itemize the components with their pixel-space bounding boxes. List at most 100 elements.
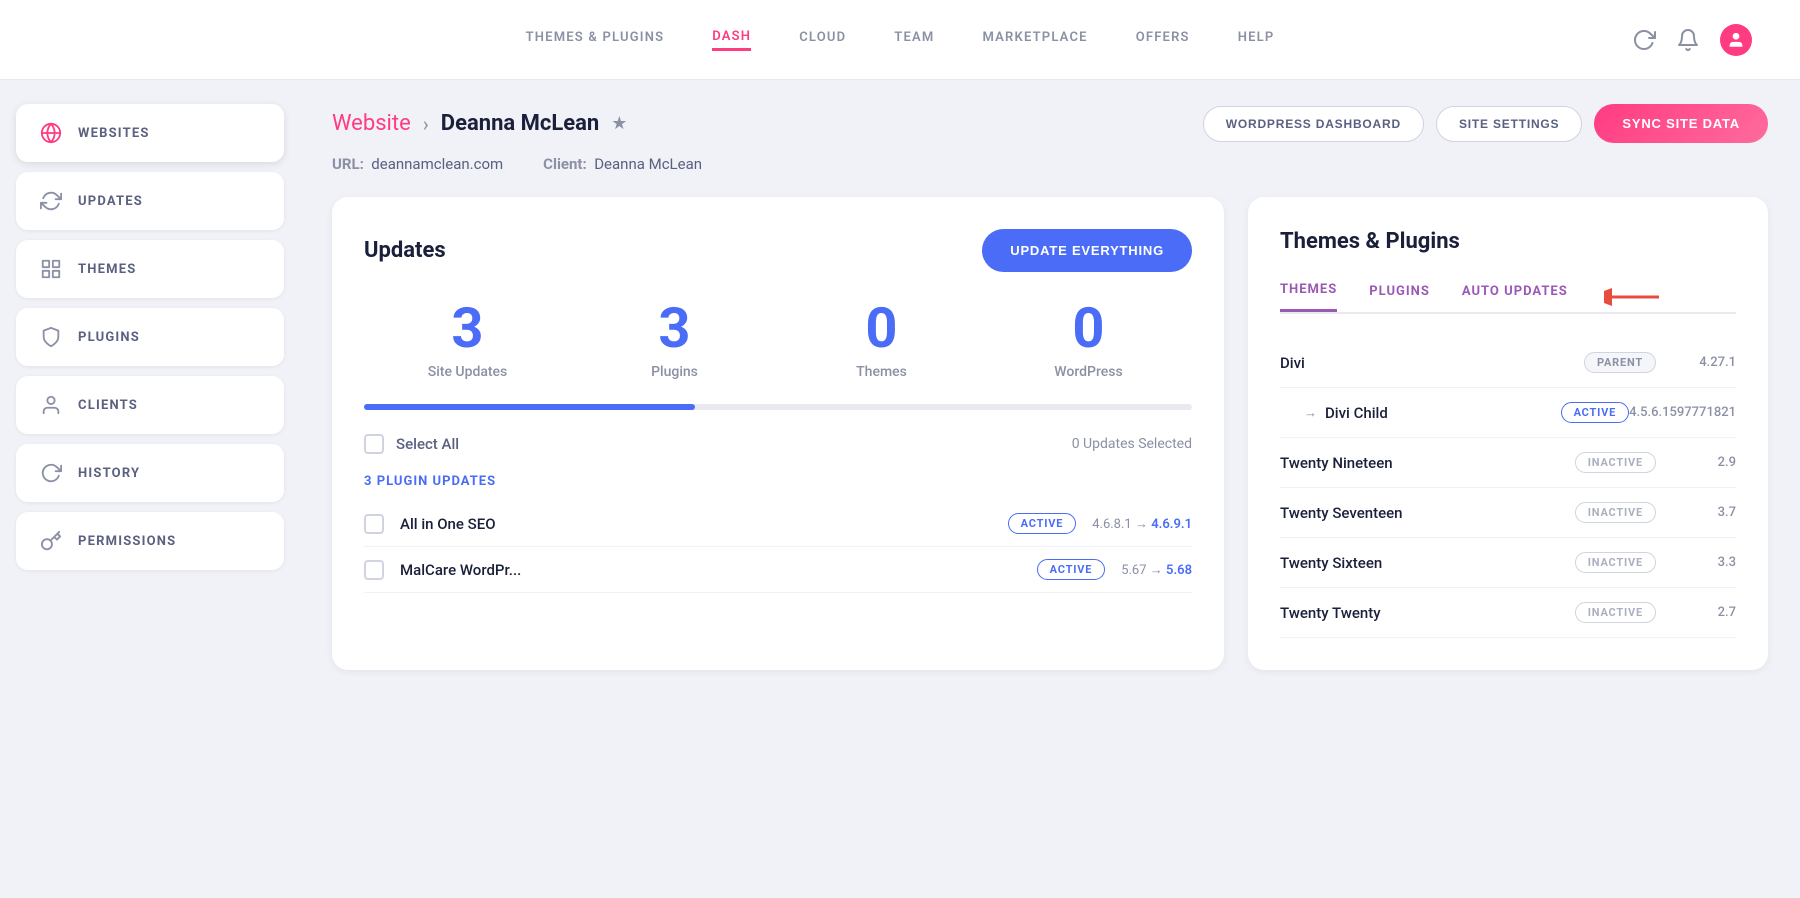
sync-site-data-button[interactable]: SYNC SITE DATA (1594, 104, 1768, 143)
plugin-name-malcare: MalCare WordPr... (400, 561, 1021, 579)
sidebar-item-themes[interactable]: THEMES (16, 240, 284, 298)
theme-row-divi: Divi PARENT 4.27.1 (1280, 338, 1736, 388)
theme-badge-divi: PARENT (1584, 352, 1656, 373)
site-settings-button[interactable]: SITE SETTINGS (1436, 106, 1582, 142)
plugin-checkbox-malcare[interactable] (364, 560, 384, 580)
plugin-row-allinone: All in One SEO ACTIVE 4.6.8.1 → 4.6.9.1 (364, 501, 1192, 547)
stat-wordpress-number: 0 (985, 300, 1192, 356)
themes-plugins-card-header: Themes & Plugins (1280, 229, 1736, 254)
plugin-name-allinone: All in One SEO (400, 515, 992, 533)
theme-row-divi-child: → Divi Child ACTIVE 4.5.6.1597771821 (1280, 388, 1736, 438)
content-area: Website › Deanna McLean ★ WORDPRESS DASH… (300, 80, 1800, 898)
bell-icon[interactable] (1676, 28, 1700, 52)
favorite-star-icon[interactable]: ★ (611, 113, 627, 134)
plugin-updates-section-title: 3 PLUGIN UPDATES (364, 474, 1192, 489)
nav-team[interactable]: TEAM (894, 30, 934, 49)
stat-plugins-number: 3 (571, 300, 778, 356)
theme-version-twenty-seventeen: 3.7 (1656, 505, 1736, 520)
client-value: Deanna McLean (594, 155, 702, 173)
site-meta: URL: deannamclean.com Client: Deanna McL… (332, 155, 1768, 173)
url-label: URL: (332, 155, 364, 173)
stat-plugins: 3 Plugins (571, 300, 778, 380)
update-everything-button[interactable]: UPDATE EVERYTHING (982, 229, 1192, 272)
nav-themes-plugins[interactable]: THEMES & PLUGINS (526, 30, 665, 49)
wordpress-dashboard-button[interactable]: WORDPRESS DASHBOARD (1203, 106, 1424, 142)
stat-themes-number: 0 (778, 300, 985, 356)
two-col-layout: Updates UPDATE EVERYTHING 3 Site Updates… (332, 197, 1768, 670)
plugin-badge-malcare: ACTIVE (1037, 559, 1106, 580)
plugin-badge-allinone: ACTIVE (1008, 513, 1077, 534)
themes-plugins-title: Themes & Plugins (1280, 229, 1460, 254)
sidebar-item-clients[interactable]: CLIENTS (16, 376, 284, 434)
theme-version-twenty-sixteen: 3.3 (1656, 555, 1736, 570)
theme-row-twenty-sixteen: Twenty Sixteen INACTIVE 3.3 (1280, 538, 1736, 588)
page-header: Website › Deanna McLean ★ WORDPRESS DASH… (332, 104, 1768, 143)
stat-site-updates-number: 3 (364, 300, 571, 356)
tab-auto-updates[interactable]: AUTO UPDATES (1462, 284, 1568, 311)
sidebar-updates-label: UPDATES (78, 194, 143, 209)
updates-card-header: Updates UPDATE EVERYTHING (364, 229, 1192, 272)
plugin-version-allinone: 4.6.8.1 → 4.6.9.1 (1092, 516, 1192, 532)
select-all-checkbox[interactable] (364, 434, 384, 454)
nav-dash[interactable]: DASH (712, 29, 751, 51)
theme-version-twenty-twenty: 2.7 (1656, 605, 1736, 620)
theme-name-divi: Divi (1280, 354, 1584, 372)
clients-icon (40, 394, 62, 416)
sidebar-permissions-label: PERMISSIONS (78, 534, 176, 549)
stats-row: 3 Site Updates 3 Plugins 0 Themes 0 Word… (364, 300, 1192, 380)
select-all-text: Select All (396, 435, 459, 453)
history-icon (40, 462, 62, 484)
main-layout: WEBSITES UPDATES THEMES PLUGINS (0, 80, 1800, 898)
select-all-checkbox-label[interactable]: Select All (364, 434, 459, 454)
sidebar-item-permissions[interactable]: PERMISSIONS (16, 512, 284, 570)
nav-cloud[interactable]: CLOUD (799, 30, 846, 49)
themes-icon (40, 258, 62, 280)
user-avatar[interactable] (1720, 24, 1752, 56)
theme-name-divi-child: Divi Child (1325, 404, 1561, 422)
stat-wordpress-label: WordPress (985, 364, 1192, 380)
updates-selected-count: 0 Updates Selected (1072, 436, 1192, 452)
sidebar-item-websites[interactable]: WEBSITES (16, 104, 284, 162)
nav-help[interactable]: HELP (1238, 30, 1275, 49)
theme-indent-divi-child: → Divi Child (1280, 404, 1561, 422)
updates-card: Updates UPDATE EVERYTHING 3 Site Updates… (332, 197, 1224, 670)
client-section: Client: Deanna McLean (543, 155, 702, 173)
nav-offers[interactable]: OFFERS (1136, 30, 1190, 49)
sidebar-item-updates[interactable]: UPDATES (16, 172, 284, 230)
stat-site-updates: 3 Site Updates (364, 300, 571, 380)
sidebar-websites-label: WEBSITES (78, 126, 150, 141)
theme-badge-twenty-nineteen: INACTIVE (1575, 452, 1656, 473)
tab-themes[interactable]: THEMES (1280, 282, 1337, 312)
url-section: URL: deannamclean.com (332, 155, 503, 173)
nav-marketplace[interactable]: MARKETPLACE (982, 30, 1087, 49)
nav-links: THEMES & PLUGINS DASH CLOUD TEAM MARKETP… (526, 29, 1275, 51)
themes-plugins-tabs: THEMES PLUGINS AUTO UPDATES (1280, 282, 1736, 314)
plugin-version-malcare: 5.67 → 5.68 (1121, 562, 1192, 578)
sidebar-clients-label: CLIENTS (78, 398, 138, 413)
theme-badge-twenty-seventeen: INACTIVE (1575, 502, 1656, 523)
refresh-icon[interactable] (1632, 28, 1656, 52)
sidebar-item-history[interactable]: HISTORY (16, 444, 284, 502)
theme-badge-divi-child: ACTIVE (1561, 402, 1630, 423)
tab-plugins[interactable]: PLUGINS (1369, 284, 1430, 311)
url-value: deannamclean.com (371, 155, 503, 173)
breadcrumb-website[interactable]: Website (332, 111, 411, 136)
theme-version-divi-child: 4.5.6.1597771821 (1629, 405, 1736, 420)
indent-arrow-icon: → (1304, 405, 1317, 421)
updates-title: Updates (364, 238, 446, 263)
sidebar-item-plugins[interactable]: PLUGINS (16, 308, 284, 366)
breadcrumb-site-name: Deanna McLean (441, 111, 599, 136)
theme-name-twenty-seventeen: Twenty Seventeen (1280, 504, 1575, 522)
theme-name-twenty-twenty: Twenty Twenty (1280, 604, 1575, 622)
breadcrumb: Website › Deanna McLean ★ (332, 111, 627, 136)
stat-site-updates-label: Site Updates (364, 364, 571, 380)
nav-right (1632, 24, 1752, 56)
theme-row-twenty-seventeen: Twenty Seventeen INACTIVE 3.7 (1280, 488, 1736, 538)
page-header-actions: WORDPRESS DASHBOARD SITE SETTINGS SYNC S… (1203, 104, 1768, 143)
sidebar: WEBSITES UPDATES THEMES PLUGINS (0, 80, 300, 898)
theme-row-twenty-twenty: Twenty Twenty INACTIVE 2.7 (1280, 588, 1736, 638)
plugin-checkbox-allinone[interactable] (364, 514, 384, 534)
plugin-row-malcare: MalCare WordPr... ACTIVE 5.67 → 5.68 (364, 547, 1192, 593)
globe-icon (40, 122, 62, 144)
stat-wordpress: 0 WordPress (985, 300, 1192, 380)
